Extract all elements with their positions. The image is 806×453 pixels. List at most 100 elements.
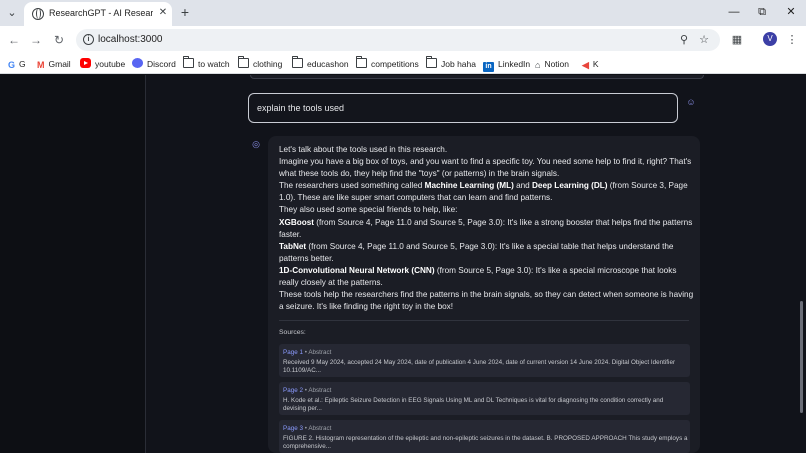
source-page: Page 1	[283, 349, 303, 356]
folder-icon	[292, 56, 303, 68]
browser-tab[interactable]: ResearchGPT - AI Research Pap ✕	[24, 2, 172, 26]
reload-icon[interactable]: ↻	[51, 32, 67, 48]
bookmark-label: G	[19, 59, 26, 69]
discord-icon	[132, 58, 143, 68]
source-section: Abstract	[308, 425, 332, 432]
source-header: Page 2 • Abstract	[283, 387, 331, 394]
answer-paragraph: TabNet (from Source 4, Page 11.0 and Sou…	[279, 241, 694, 265]
google-icon: G	[8, 60, 16, 70]
bookmark-folder-educashon[interactable]: educashon	[292, 56, 349, 71]
answer-paragraph: The researchers used something called Ma…	[279, 180, 694, 204]
bookmark-k[interactable]: ◀ K	[582, 57, 599, 71]
bookmark-label: Gmail	[48, 59, 71, 69]
bookmark-folder-job-haha[interactable]: Job haha	[426, 56, 476, 71]
bookmark-label: Discord	[147, 59, 176, 69]
source-header: Page 1 • Abstract	[283, 349, 331, 356]
bookmarks-bar: GG M Gmail youtube Discord to watch cloth…	[0, 54, 806, 74]
bookmark-notion[interactable]: ⌂ Notion	[535, 57, 569, 71]
answer-paragraph: They also used some special friends to h…	[279, 205, 458, 215]
bookmark-youtube[interactable]: youtube	[80, 57, 125, 71]
sources-label: Sources:	[279, 329, 306, 336]
answer-paragraph: Imagine you have a big box of toys, and …	[279, 157, 692, 179]
youtube-icon	[80, 58, 91, 68]
bookmark-label: K	[592, 59, 599, 69]
extensions-icon[interactable]: ▦	[729, 32, 745, 48]
source-card[interactable]: Page 2 • Abstract H. Kode et al.: Epilep…	[279, 382, 690, 415]
bookmark-label: LinkedIn	[498, 59, 531, 69]
answer-span: (from Source 4, Page 11.0 and Source 5, …	[279, 217, 693, 239]
bookmark-label: educashon	[307, 59, 349, 69]
browser-toolbar: ← → ↻ i localhost:3000 ⚲ ☆ ▦ V ⋮	[0, 26, 806, 54]
bookmark-folder-competitions[interactable]: competitions	[356, 56, 419, 71]
source-snippet: FIGURE 2. Histogram representation of th…	[283, 435, 688, 450]
answer-paragraph: XGBoost (from Source 4, Page 11.0 and So…	[279, 217, 694, 241]
source-snippet: H. Kode et al.: Epileptic Seizure Detect…	[283, 397, 664, 412]
sources-divider	[279, 320, 689, 321]
globe-icon	[32, 8, 44, 20]
bookmark-label: to watch	[198, 59, 230, 69]
folder-icon	[426, 56, 437, 68]
answer-span: The researchers used something called	[279, 181, 425, 191]
bookmark-discord[interactable]: Discord	[132, 57, 176, 71]
profile-avatar[interactable]: V	[763, 32, 777, 46]
answer-text: Let's talk about the tools used in this …	[279, 144, 694, 313]
sidebar	[0, 75, 146, 453]
bookmark-label: Notion	[544, 59, 570, 69]
source-page: Page 2	[283, 387, 303, 394]
tab-strip: ⌄ ResearchGPT - AI Research Pap ✕ + — ⧉ …	[0, 0, 806, 26]
answer-bold: Deep Learning (DL)	[532, 181, 608, 191]
bookmark-star-icon[interactable]: ☆	[697, 33, 711, 47]
folder-icon	[238, 56, 249, 68]
linkedin-icon: in	[483, 62, 494, 72]
answer-paragraph: Let's talk about the tools used in this …	[279, 145, 448, 154]
bookmark-folder-clothing[interactable]: clothing	[238, 56, 282, 71]
answer-bold: 1D-Convolutional Neural Network (CNN)	[279, 265, 435, 275]
previous-message-edge	[250, 75, 704, 79]
k-icon: ◀	[582, 60, 589, 70]
source-section: Abstract	[308, 349, 332, 356]
site-info-icon[interactable]: i	[83, 34, 94, 45]
answer-span: and	[513, 181, 533, 191]
bot-lightbulb-icon: ◎	[252, 139, 260, 149]
restore-icon[interactable]: ⧉	[754, 4, 770, 20]
gmail-icon: M	[37, 60, 45, 70]
page-scrollbar[interactable]	[800, 301, 803, 413]
menu-kebab-icon[interactable]: ⋮	[784, 32, 800, 48]
forward-arrow-icon[interactable]: →	[28, 32, 44, 48]
answer-bold: XGBoost	[279, 217, 315, 227]
zoom-icon[interactable]: ⚲	[677, 33, 691, 47]
bookmark-folder-to-watch[interactable]: to watch	[183, 56, 230, 71]
bookmark-label: competitions	[371, 59, 419, 69]
tab-search-icon[interactable]: ⌄	[4, 5, 20, 21]
new-tab-icon[interactable]: +	[178, 4, 192, 20]
assistant-answer-card: Let's talk about the tools used in this …	[268, 136, 700, 453]
bookmark-google[interactable]: GG	[8, 57, 26, 71]
source-header: Page 3 • Abstract	[283, 425, 331, 432]
source-page: Page 3	[283, 425, 303, 432]
chat-area: explain the tools used ☺ ◎ Let's talk ab…	[146, 75, 806, 453]
user-icon: ☺	[686, 97, 696, 107]
close-tab-icon[interactable]: ✕	[157, 7, 169, 19]
bookmark-label: youtube	[95, 59, 126, 69]
notion-icon: ⌂	[535, 60, 541, 70]
source-card[interactable]: Page 3 • Abstract FIGURE 2. Histogram re…	[279, 420, 690, 453]
answer-bold: TabNet	[279, 241, 307, 251]
user-message-text: explain the tools used	[257, 103, 345, 113]
back-arrow-icon[interactable]: ←	[6, 32, 22, 48]
bookmark-linkedin[interactable]: in LinkedIn	[483, 57, 531, 72]
source-snippet: Received 9 May 2024, accepted 24 May 202…	[283, 359, 676, 374]
tab-title: ResearchGPT - AI Research Pap	[49, 8, 153, 18]
browser-window: ⌄ ResearchGPT - AI Research Pap ✕ + — ⧉ …	[0, 0, 806, 453]
bookmark-label: Job haha	[441, 59, 476, 69]
source-card[interactable]: Page 1 • Abstract Received 9 May 2024, a…	[279, 344, 690, 377]
address-bar[interactable]: i localhost:3000 ⚲ ☆	[76, 29, 720, 51]
close-window-icon[interactable]: ✕	[783, 4, 799, 20]
folder-icon	[183, 56, 194, 68]
bookmark-gmail[interactable]: M Gmail	[37, 57, 71, 71]
user-message-bubble: explain the tools used	[248, 93, 678, 123]
url-text: localhost:3000	[98, 34, 163, 45]
app-page: explain the tools used ☺ ◎ Let's talk ab…	[0, 75, 806, 453]
answer-span: (from Source 4, Page 11.0 and Source 5, …	[279, 241, 674, 263]
minimize-icon[interactable]: —	[726, 4, 742, 20]
folder-icon	[356, 56, 367, 68]
